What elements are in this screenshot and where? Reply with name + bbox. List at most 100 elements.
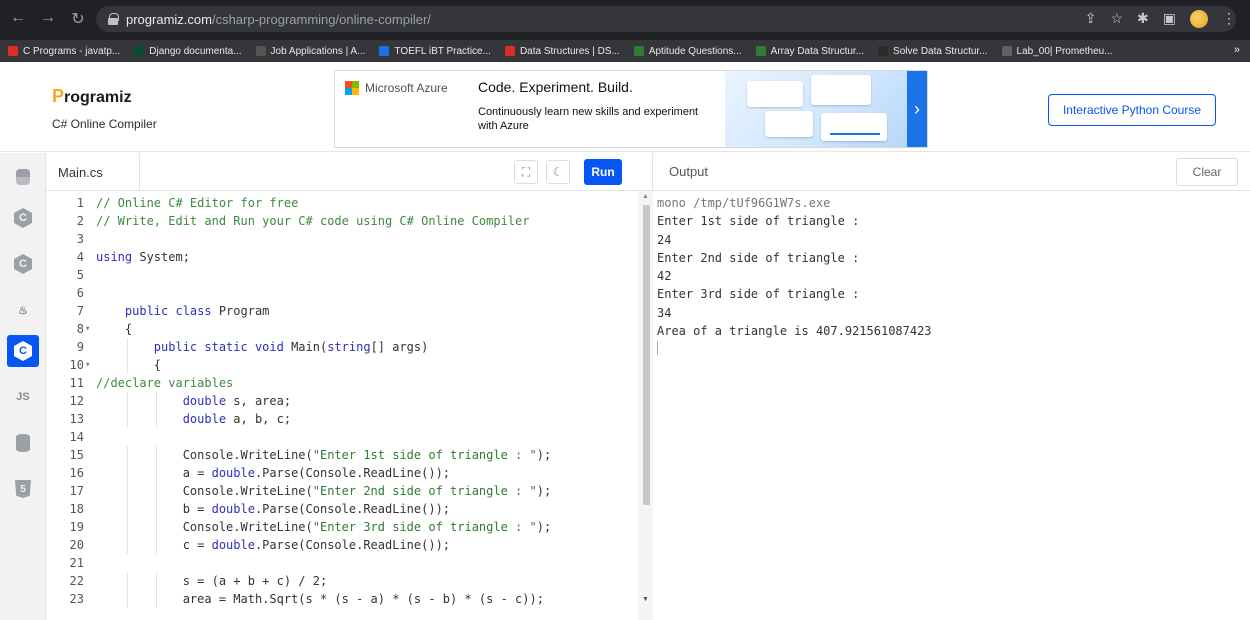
bookmarks-bar: C Programs - javatp... Django documenta..… [0,40,1250,62]
code-line: 2 // Write, Edit and Run your C# code usi… [46,212,638,230]
line-number: 16 [69,466,84,480]
bookmark-item[interactable]: Data Structures | DS... [504,45,620,57]
run-button[interactable]: Run [584,159,622,185]
more-bookmarks-icon[interactable]: » [1234,44,1240,56]
line-number: 4 [76,250,84,264]
bookmark-item[interactable]: Job Applications | A... [255,45,366,57]
output-line: 34 [657,305,672,320]
line-number: 11 [69,376,84,390]
line-number: 18 [69,502,84,516]
output-line: 24 [657,232,672,247]
code-line: 10 ▾ { [46,356,638,374]
bookmark-label: Data Structures | DS... [519,45,620,57]
extensions-icon[interactable]: ✱ [1137,10,1149,28]
interactive-python-course-button[interactable]: Interactive Python Course [1048,94,1216,126]
code-line: 14 [46,428,638,446]
bookmark-label: Job Applications | A... [270,45,366,57]
editor-tabbar: Main.cs ⛶ ☾ Run [46,153,653,191]
fullscreen-icon[interactable]: ⛶ [514,160,538,184]
advertisement-banner[interactable]: Microsoft Azure Code. Experiment. Build.… [334,70,928,148]
theme-toggle-icon[interactable]: ☾ [546,160,570,184]
bookmark-item[interactable]: C Programs - javatp... [8,46,120,57]
code-line: 12 double s, area; [46,392,638,410]
fold-arrow-icon[interactable]: ▾ [85,320,93,338]
programiz-logo[interactable]: Programiz [52,86,132,107]
browser-toolbar: ← → ↻ programiz.com /csharp-programming/… [0,0,1250,40]
code-line: 1 // Online C# Editor for free [46,194,638,212]
microsoft-logo-icon [345,81,359,95]
ad-body: Continuously learn new skills and experi… [478,106,699,132]
bookmark-item[interactable]: Solve Data Structur... [878,46,988,57]
language-cpp-icon[interactable]: C [11,252,35,276]
bookmark-item[interactable]: Django documenta... [134,46,242,57]
bookmark-favicon-icon [633,46,644,56]
bookmark-favicon-icon [255,46,266,56]
language-html-icon[interactable]: 5 [11,477,35,501]
code-text: //declare variables [96,376,234,390]
code-line: 13 double a, b, c; [46,410,638,428]
language-java-icon[interactable]: ♨ [11,298,35,322]
code-line: 4 using System; [46,248,638,266]
bookmark-favicon-icon [379,46,390,56]
bookmark-item[interactable]: Aptitude Questions... [633,45,742,57]
code-text: Console.WriteLine("Enter 2nd side of tri… [96,484,552,498]
bookmark-label: Aptitude Questions... [648,45,742,57]
code-text: s = (a + b + c) / 2; [96,574,328,588]
ad-next-arrow[interactable]: › [907,71,927,147]
code-text: public class Program [124,304,270,318]
line-number: 14 [69,430,84,444]
line-number: 6 [76,286,84,300]
bookmark-favicon-icon [8,46,18,56]
code-line: 18 b = double.Parse(Console.ReadLine()); [46,500,638,518]
bookmark-favicon-icon [134,46,145,56]
bookmark-label: Array Data Structur... [770,45,865,57]
lock-icon [108,13,119,25]
code-text: c = double.Parse(Console.ReadLine()); [96,538,451,552]
output-title: Output [669,164,709,179]
url-path: /csharp-programming/online-compiler/ [211,11,431,27]
star-icon[interactable]: ☆ [1110,10,1123,28]
back-icon[interactable]: ← [10,9,26,29]
bookmark-favicon-icon [755,46,766,56]
output-console[interactable]: mono /tmp/tUf96G1W7s.exe Enter 1st side o… [657,194,932,340]
language-sql-icon[interactable] [11,431,35,455]
menu-icon[interactable]: ⋮ [1222,10,1236,28]
file-tab-main[interactable]: Main.cs [58,153,140,191]
share-icon[interactable]: ⇪ [1085,10,1097,28]
output-line: Enter 1st side of triangle : [657,214,860,229]
console-cursor [657,341,658,355]
output-line: Enter 3rd side of triangle : [657,287,860,302]
language-c-icon[interactable]: C [11,206,35,230]
line-number: 1 [76,196,84,210]
address-bar[interactable]: programiz.com /csharp-programming/online… [96,6,1236,32]
bookmark-item[interactable]: TOEFL iBT Practice... [379,46,491,57]
line-number: 19 [69,520,84,534]
page-subtitle: C# Online Compiler [52,117,157,131]
code-area[interactable]: 1 // Online C# Editor for free 2 // Write, … [46,191,638,620]
code-text: using System; [96,250,190,264]
code-line: 3 [46,230,638,248]
line-number: 3 [76,232,84,246]
clear-button[interactable]: Clear [1176,158,1238,186]
code-line: 22 s = (a + b + c) / 2; [46,572,638,590]
sidebar-icon[interactable]: ▣ [1163,10,1176,28]
bookmark-item[interactable]: Array Data Structur... [755,45,865,57]
language-csharp-icon[interactable]: C [7,335,39,367]
forward-icon[interactable]: → [40,9,56,29]
scroll-down-icon[interactable]: ▼ [642,596,649,603]
editor-scrollbar-thumb[interactable] [643,205,650,505]
bookmark-label: TOEFL iBT Practice... [394,45,491,57]
bookmark-item[interactable]: Lab_00| Prometheu... [1001,46,1113,57]
ad-title: Code. Experiment. Build. [478,79,633,95]
output-line: mono /tmp/tUf96G1W7s.exe [657,196,831,210]
code-line: 6 [46,284,638,302]
profile-avatar[interactable] [1190,10,1208,28]
reload-icon[interactable]: ↻ [70,9,86,29]
language-python-icon[interactable] [11,165,35,189]
language-javascript-icon[interactable]: JS [11,385,35,409]
scroll-up-icon[interactable]: ▲ [642,193,649,200]
url-host: programiz.com [126,11,212,27]
line-number: 15 [69,448,84,462]
fold-arrow-icon[interactable]: ▾ [85,356,93,374]
output-line: Enter 2nd side of triangle : [657,250,860,265]
